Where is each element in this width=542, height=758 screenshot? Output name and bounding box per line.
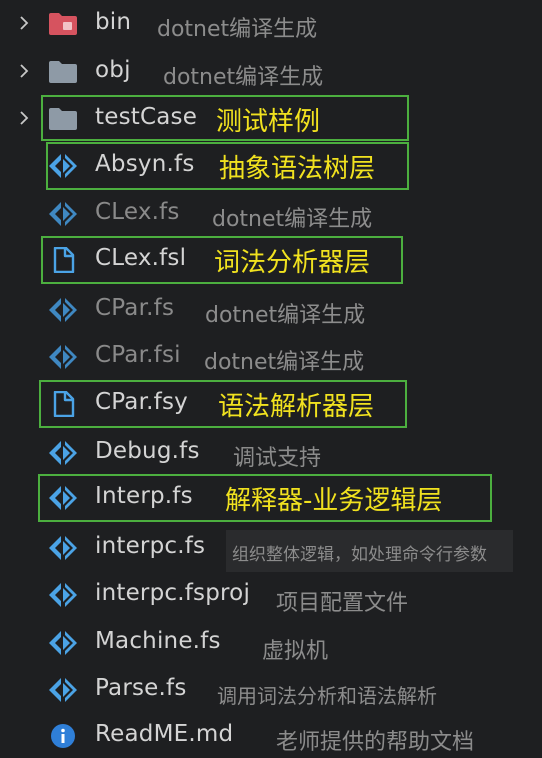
- document-icon: [48, 247, 78, 273]
- folder-gray-icon: [48, 59, 78, 85]
- file-name: obj: [95, 57, 131, 83]
- file-row-cpar-fs[interactable]: CPar.fs dotnet编译生成: [0, 288, 542, 332]
- file-annotation: 调试支持: [233, 446, 322, 471]
- file-row-cpar-fsi[interactable]: CPar.fsi dotnet编译生成: [0, 335, 542, 379]
- file-name: Interp.fs: [95, 483, 193, 509]
- file-name: Machine.fs: [95, 628, 221, 654]
- file-annotation: 抽象语法树层: [219, 154, 376, 184]
- file-name: CPar.fsy: [95, 389, 188, 415]
- fsharp-icon: [48, 344, 78, 370]
- document-icon: [48, 391, 78, 417]
- fsharp-icon: [48, 630, 78, 656]
- file-row-clex-fs[interactable]: CLex.fs dotnet编译生成: [0, 192, 542, 236]
- file-name: interpc.fsproj: [95, 580, 251, 606]
- file-name: CPar.fsi: [95, 342, 181, 368]
- file-name: testCase: [95, 104, 198, 130]
- folder-gray-icon: [48, 106, 78, 132]
- file-row-bin[interactable]: bin dotnet编译生成: [0, 2, 542, 46]
- file-annotation: 调用词法分析和语法解析: [217, 684, 437, 708]
- file-row-absyn[interactable]: Absyn.fs 抽象语法树层: [0, 144, 542, 188]
- file-name: CPar.fs: [95, 295, 175, 321]
- file-row-debug[interactable]: Debug.fs 调试支持: [0, 431, 542, 475]
- fsharp-icon: [48, 440, 78, 466]
- chevron-right-icon[interactable]: [16, 15, 32, 31]
- file-annotation: 组织整体逻辑，如处理命令行参数: [232, 545, 487, 565]
- file-name: CLex.fsl: [95, 245, 187, 271]
- file-row-testcase[interactable]: testCase 测试样例: [0, 97, 542, 141]
- file-name: interpc.fs: [95, 533, 206, 559]
- file-annotation: dotnet编译生成: [157, 17, 318, 42]
- file-annotation: dotnet编译生成: [212, 207, 373, 232]
- fsharp-icon: [48, 153, 78, 179]
- file-row-obj[interactable]: obj dotnet编译生成: [0, 50, 542, 94]
- fsharp-icon: [48, 297, 78, 323]
- file-name: Debug.fs: [95, 438, 200, 464]
- file-annotation: 项目配置文件: [276, 591, 409, 616]
- file-row-interpc-fsproj[interactable]: interpc.fsproj 项目配置文件: [0, 573, 542, 617]
- file-row-cpar-fsy[interactable]: CPar.fsy 语法解析器层: [0, 382, 542, 426]
- file-row-readme[interactable]: ReadME.md 老师提供的帮助文档: [0, 714, 542, 758]
- file-annotation: 词法分析器层: [214, 248, 371, 278]
- file-annotation: 虚拟机: [262, 639, 329, 664]
- file-name: ReadME.md: [95, 721, 234, 747]
- folder-red-icon: [48, 11, 78, 37]
- file-annotation: dotnet编译生成: [204, 350, 365, 375]
- chevron-right-icon[interactable]: [16, 110, 32, 126]
- file-name: CLex.fs: [95, 199, 180, 225]
- file-annotation: 解释器-业务逻辑层: [225, 486, 443, 516]
- fsharp-icon: [48, 677, 78, 703]
- file-annotation: dotnet编译生成: [205, 303, 366, 328]
- file-row-interp[interactable]: Interp.fs 解释器-业务逻辑层: [0, 476, 542, 520]
- file-name: bin: [95, 9, 132, 35]
- file-name: Absyn.fs: [95, 151, 195, 177]
- file-row-machine[interactable]: Machine.fs 虚拟机: [0, 621, 542, 665]
- info-icon: [48, 723, 78, 749]
- fsharp-icon: [48, 201, 78, 227]
- fsharp-icon: [48, 582, 78, 608]
- file-annotation: 语法解析器层: [218, 392, 375, 422]
- file-annotation: 老师提供的帮助文档: [276, 730, 475, 755]
- file-row-interpc-fs[interactable]: interpc.fs 组织整体逻辑，如处理命令行参数: [0, 526, 542, 570]
- file-name: Parse.fs: [95, 675, 187, 701]
- file-row-parse[interactable]: Parse.fs 调用词法分析和语法解析: [0, 668, 542, 712]
- file-annotation: 测试样例: [216, 107, 321, 137]
- file-annotation: dotnet编译生成: [163, 65, 324, 90]
- file-row-clex-fsl[interactable]: CLex.fsl 词法分析器层: [0, 238, 542, 282]
- fsharp-icon: [48, 535, 78, 561]
- fsharp-icon: [48, 485, 78, 511]
- chevron-right-icon[interactable]: [16, 63, 32, 79]
